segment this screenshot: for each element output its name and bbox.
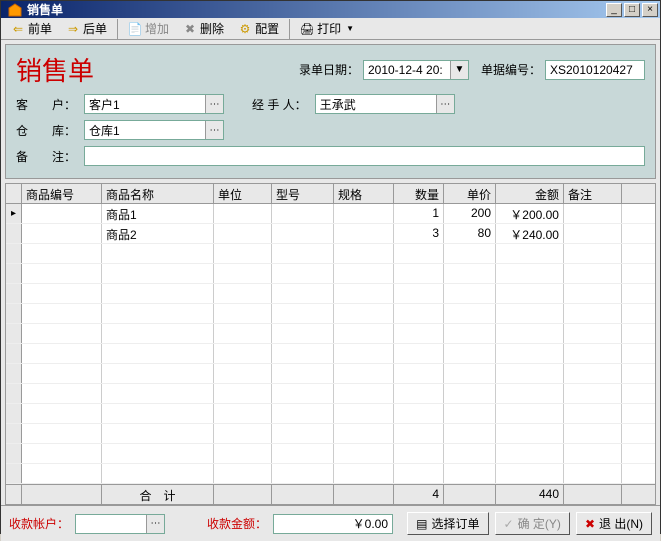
gear-icon: ⚙: [238, 22, 252, 36]
table-row[interactable]: [6, 304, 655, 324]
handler-input[interactable]: [316, 95, 436, 113]
date-input[interactable]: [364, 61, 450, 79]
table-row[interactable]: [6, 464, 655, 484]
docno-label: 单据编号：: [481, 61, 541, 78]
maximize-button[interactable]: □: [624, 3, 640, 17]
handler-combo[interactable]: ⋯: [315, 94, 455, 114]
customer-combo[interactable]: ⋯: [84, 94, 224, 114]
table-row[interactable]: ▸商品11200￥200.00: [6, 204, 655, 224]
col-code[interactable]: 商品编号: [22, 184, 102, 203]
sum-amt: 440: [496, 485, 564, 504]
table-row[interactable]: [6, 344, 655, 364]
print-button[interactable]: 🖨打印▼: [294, 18, 360, 39]
confirm-button[interactable]: ✓确 定(Y): [495, 512, 570, 535]
handler-label: 经 手 人：: [252, 96, 307, 113]
warehouse-combo[interactable]: ⋯: [84, 120, 224, 140]
delete-icon: ✖: [183, 22, 197, 36]
col-amt[interactable]: 金额: [496, 184, 564, 203]
grid-body[interactable]: ▸商品11200￥200.00商品2380￥240.00: [6, 204, 655, 484]
date-label: 录单日期：: [299, 61, 359, 78]
add-button[interactable]: 📄增加: [122, 18, 175, 39]
app-icon: [7, 2, 23, 18]
list-icon: ▤: [416, 517, 427, 531]
table-row[interactable]: [6, 424, 655, 444]
delete-button[interactable]: ✖删除: [177, 18, 230, 39]
account-input[interactable]: [76, 515, 146, 533]
config-button[interactable]: ⚙配置: [232, 18, 285, 39]
col-price[interactable]: 单价: [444, 184, 496, 203]
grid-header: 商品编号 商品名称 单位 型号 规格 数量 单价 金额 备注: [6, 184, 655, 204]
titlebar: 销售单 _ □ ×: [1, 1, 660, 18]
table-row[interactable]: [6, 444, 655, 464]
table-row[interactable]: [6, 284, 655, 304]
amount-field: ￥0.00: [273, 514, 393, 534]
customer-label: 客 户：: [16, 96, 76, 113]
handler-lookup-button[interactable]: ⋯: [436, 95, 454, 113]
page-title: 销售单: [16, 51, 299, 88]
account-combo[interactable]: ⋯: [75, 514, 165, 534]
window-title: 销售单: [27, 1, 606, 18]
toolbar: ⇐前单 ⇒后单 📄增加 ✖删除 ⚙配置 🖨打印▼: [1, 18, 660, 40]
remark-label: 备 注：: [16, 148, 76, 165]
prev-doc-button[interactable]: ⇐前单: [5, 18, 58, 39]
account-lookup-button[interactable]: ⋯: [146, 515, 164, 533]
col-name[interactable]: 商品名称: [102, 184, 214, 203]
warehouse-input[interactable]: [85, 121, 205, 139]
grid-summary: 合 计 4 440: [6, 484, 655, 504]
sum-label: 合 计: [102, 485, 214, 504]
table-row[interactable]: [6, 324, 655, 344]
file-icon: 📄: [128, 22, 142, 36]
remark-input[interactable]: [84, 146, 645, 166]
arrow-right-icon: ⇒: [66, 22, 80, 36]
arrow-left-icon: ⇐: [11, 22, 25, 36]
table-row[interactable]: [6, 364, 655, 384]
sales-order-window: 销售单 _ □ × ⇐前单 ⇒后单 📄增加 ✖删除 ⚙配置 🖨打印▼ 销售单 录…: [0, 0, 661, 534]
date-combo[interactable]: ▼: [363, 60, 469, 80]
printer-icon: 🖨: [300, 22, 314, 36]
date-dropdown-button[interactable]: ▼: [450, 61, 468, 79]
minimize-button[interactable]: _: [606, 3, 622, 17]
exit-button[interactable]: ✖退 出(N): [576, 512, 652, 535]
warehouse-lookup-button[interactable]: ⋯: [205, 121, 223, 139]
table-row[interactable]: [6, 384, 655, 404]
col-spec[interactable]: 规格: [334, 184, 394, 203]
next-doc-button[interactable]: ⇒后单: [60, 18, 113, 39]
form-panel: 销售单 录单日期： ▼ 单据编号： XS2010120427 客 户： ⋯ 经 …: [5, 44, 656, 179]
col-qty[interactable]: 数量: [394, 184, 444, 203]
bottom-bar: 收款帐户： ⋯ 收款金额： ￥0.00 ▤选择订单 ✓确 定(Y) ✖退 出(N…: [1, 505, 660, 541]
select-order-button[interactable]: ▤选择订单: [407, 512, 488, 535]
table-row[interactable]: 商品2380￥240.00: [6, 224, 655, 244]
col-model[interactable]: 型号: [272, 184, 334, 203]
docno-field: XS2010120427: [545, 60, 645, 80]
table-row[interactable]: [6, 404, 655, 424]
col-unit[interactable]: 单位: [214, 184, 272, 203]
close-icon: ✖: [585, 517, 595, 531]
amount-label: 收款金额：: [207, 515, 267, 532]
sum-qty: 4: [394, 485, 444, 504]
check-icon: ✓: [504, 517, 514, 531]
customer-input[interactable]: [85, 95, 205, 113]
warehouse-label: 仓 库：: [16, 122, 76, 139]
table-row[interactable]: [6, 264, 655, 284]
chevron-down-icon: ▼: [346, 24, 354, 33]
account-label: 收款帐户：: [9, 515, 69, 532]
table-row[interactable]: [6, 244, 655, 264]
close-button[interactable]: ×: [642, 3, 658, 17]
items-grid: 商品编号 商品名称 单位 型号 规格 数量 单价 金额 备注 ▸商品11200￥…: [5, 183, 656, 505]
customer-lookup-button[interactable]: ⋯: [205, 95, 223, 113]
col-remark[interactable]: 备注: [564, 184, 622, 203]
